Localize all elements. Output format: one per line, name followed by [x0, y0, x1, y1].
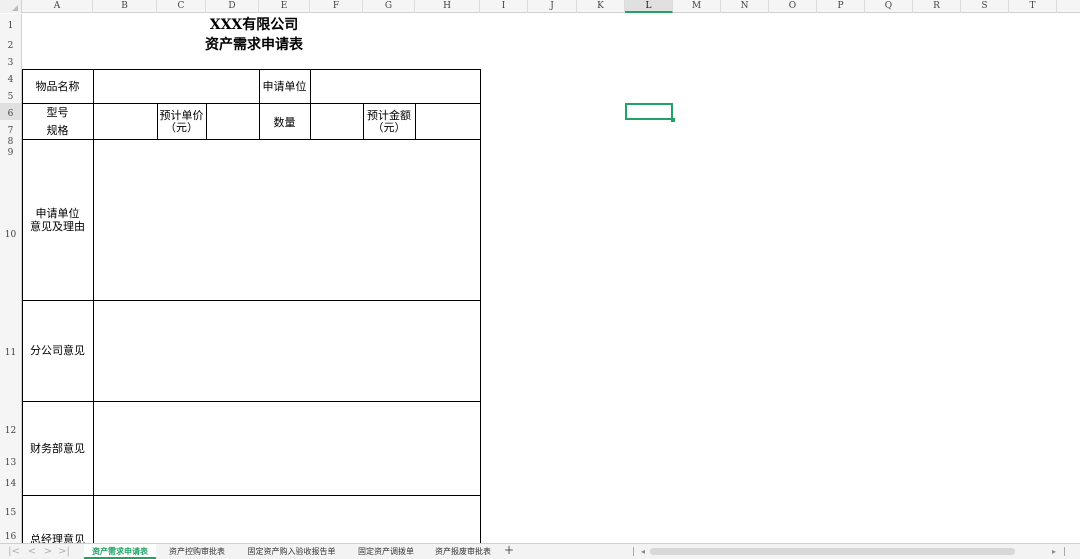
branch-opinion-label: 分公司意见	[30, 344, 85, 357]
add-sheet-icon[interactable]: +	[503, 543, 515, 558]
column-header-a[interactable]: A	[22, 0, 93, 13]
row-header-14[interactable]: 14	[0, 469, 22, 495]
select-all-corner[interactable]	[0, 0, 22, 13]
row-header-6[interactable]: 6	[0, 103, 22, 120]
applicant-reason-label: 意见及理由	[30, 220, 85, 233]
unit-price-unit-label: （元）	[165, 121, 198, 134]
row-number: 10	[4, 230, 17, 240]
active-cell-selection[interactable]	[625, 103, 675, 122]
column-header-d[interactable]: D	[206, 0, 259, 13]
sheet-tab-bar: |< < > >| 资产需求申请表 资产控购审批表 固定资产购入验收报告单 固定…	[0, 543, 1080, 559]
row-number: 4	[7, 75, 14, 85]
finance-opinion-label: 财务部意见	[30, 442, 85, 455]
column-header-p[interactable]: P	[817, 0, 865, 13]
prev-sheet-icon[interactable]: <	[26, 544, 38, 559]
row-number: 6	[7, 109, 14, 119]
tab-fixed-asset-acceptance[interactable]: 固定资产购入验收报告单	[240, 544, 343, 559]
column-header-t[interactable]: T	[1009, 0, 1057, 13]
row-number: 5	[7, 92, 14, 102]
column-header-o[interactable]: O	[769, 0, 817, 13]
row-number: 9	[7, 148, 14, 158]
tab-asset-request[interactable]: 资产需求申请表	[84, 544, 156, 559]
scrollbar-splitter[interactable]	[633, 547, 634, 556]
row-number: 16	[4, 532, 17, 542]
row-header-10[interactable]: 10	[0, 159, 22, 300]
row-header-9[interactable]: 9	[0, 148, 22, 159]
row-number: 8	[7, 137, 14, 147]
column-header-s[interactable]: S	[961, 0, 1009, 13]
row-header-12[interactable]: 12	[0, 401, 22, 455]
column-header-b[interactable]: B	[93, 0, 157, 13]
next-sheet-icon[interactable]: >	[42, 544, 54, 559]
column-header-r[interactable]: R	[913, 0, 961, 13]
column-header-l[interactable]: L	[625, 0, 673, 13]
row-number: 1	[7, 21, 14, 31]
column-header-j[interactable]: J	[528, 0, 577, 13]
row-number: 11	[4, 348, 17, 358]
row-header-3[interactable]: 3	[0, 52, 22, 69]
tab-fixed-asset-transfer[interactable]: 固定资产调拨单	[350, 544, 422, 559]
column-header-h[interactable]: H	[415, 0, 480, 13]
quantity-label: 数量	[273, 116, 296, 129]
row-header-1[interactable]: 1	[0, 14, 22, 32]
row-number: 14	[4, 479, 17, 489]
row-number: 2	[7, 41, 14, 51]
row-number: 3	[7, 58, 14, 68]
tab-asset-purchase-approval[interactable]: 资产控购审批表	[160, 544, 234, 559]
company-name: XXX有限公司	[209, 17, 299, 33]
column-header-k[interactable]: K	[577, 0, 625, 13]
row-header-7[interactable]: 7	[0, 120, 22, 137]
row-header-2[interactable]: 2	[0, 32, 22, 52]
last-sheet-icon[interactable]: >|	[58, 544, 70, 559]
row-number: 12	[4, 426, 17, 436]
row-number: 13	[4, 458, 17, 468]
row-header-4[interactable]: 4	[0, 69, 22, 86]
scroll-right-icon[interactable]: ▸	[1052, 544, 1056, 559]
row-header-15[interactable]: 15	[0, 495, 22, 528]
row-header-16[interactable]: 16	[0, 528, 22, 543]
form-title: 资产需求申请表	[205, 37, 303, 53]
column-header-c[interactable]: C	[157, 0, 206, 13]
scrollbar-end	[1064, 547, 1065, 556]
column-header-e[interactable]: E	[259, 0, 310, 13]
row-number: 15	[4, 508, 17, 518]
horizontal-scrollbar[interactable]	[650, 548, 1015, 555]
row-header-13[interactable]: 13	[0, 455, 22, 469]
row-number: 7	[7, 126, 14, 136]
row-header-5[interactable]: 5	[0, 86, 22, 103]
column-header-f[interactable]: F	[310, 0, 363, 13]
column-header-i[interactable]: I	[480, 0, 528, 13]
applicant-unit-label: 申请单位	[262, 80, 307, 93]
total-amount-unit-label: （元）	[372, 121, 406, 134]
spec-label: 规格	[46, 124, 69, 137]
column-header-q[interactable]: Q	[865, 0, 913, 13]
column-header-bar: A B C D E F G H I J K L M N O P Q R S T	[0, 0, 1080, 13]
row-header-8[interactable]: 8	[0, 137, 22, 148]
column-header-m[interactable]: M	[673, 0, 721, 13]
column-header-g[interactable]: G	[363, 0, 415, 13]
model-label: 型号	[46, 106, 69, 119]
first-sheet-icon[interactable]: |<	[8, 544, 20, 559]
tab-asset-scrap-approval[interactable]: 资产报废审批表	[428, 544, 498, 559]
scroll-left-icon[interactable]: ◂	[641, 544, 645, 559]
item-name-label: 物品名称	[35, 80, 80, 93]
applicant-opinion-label: 申请单位	[35, 207, 80, 220]
column-header-n[interactable]: N	[721, 0, 769, 13]
row-header-11[interactable]: 11	[0, 300, 22, 401]
